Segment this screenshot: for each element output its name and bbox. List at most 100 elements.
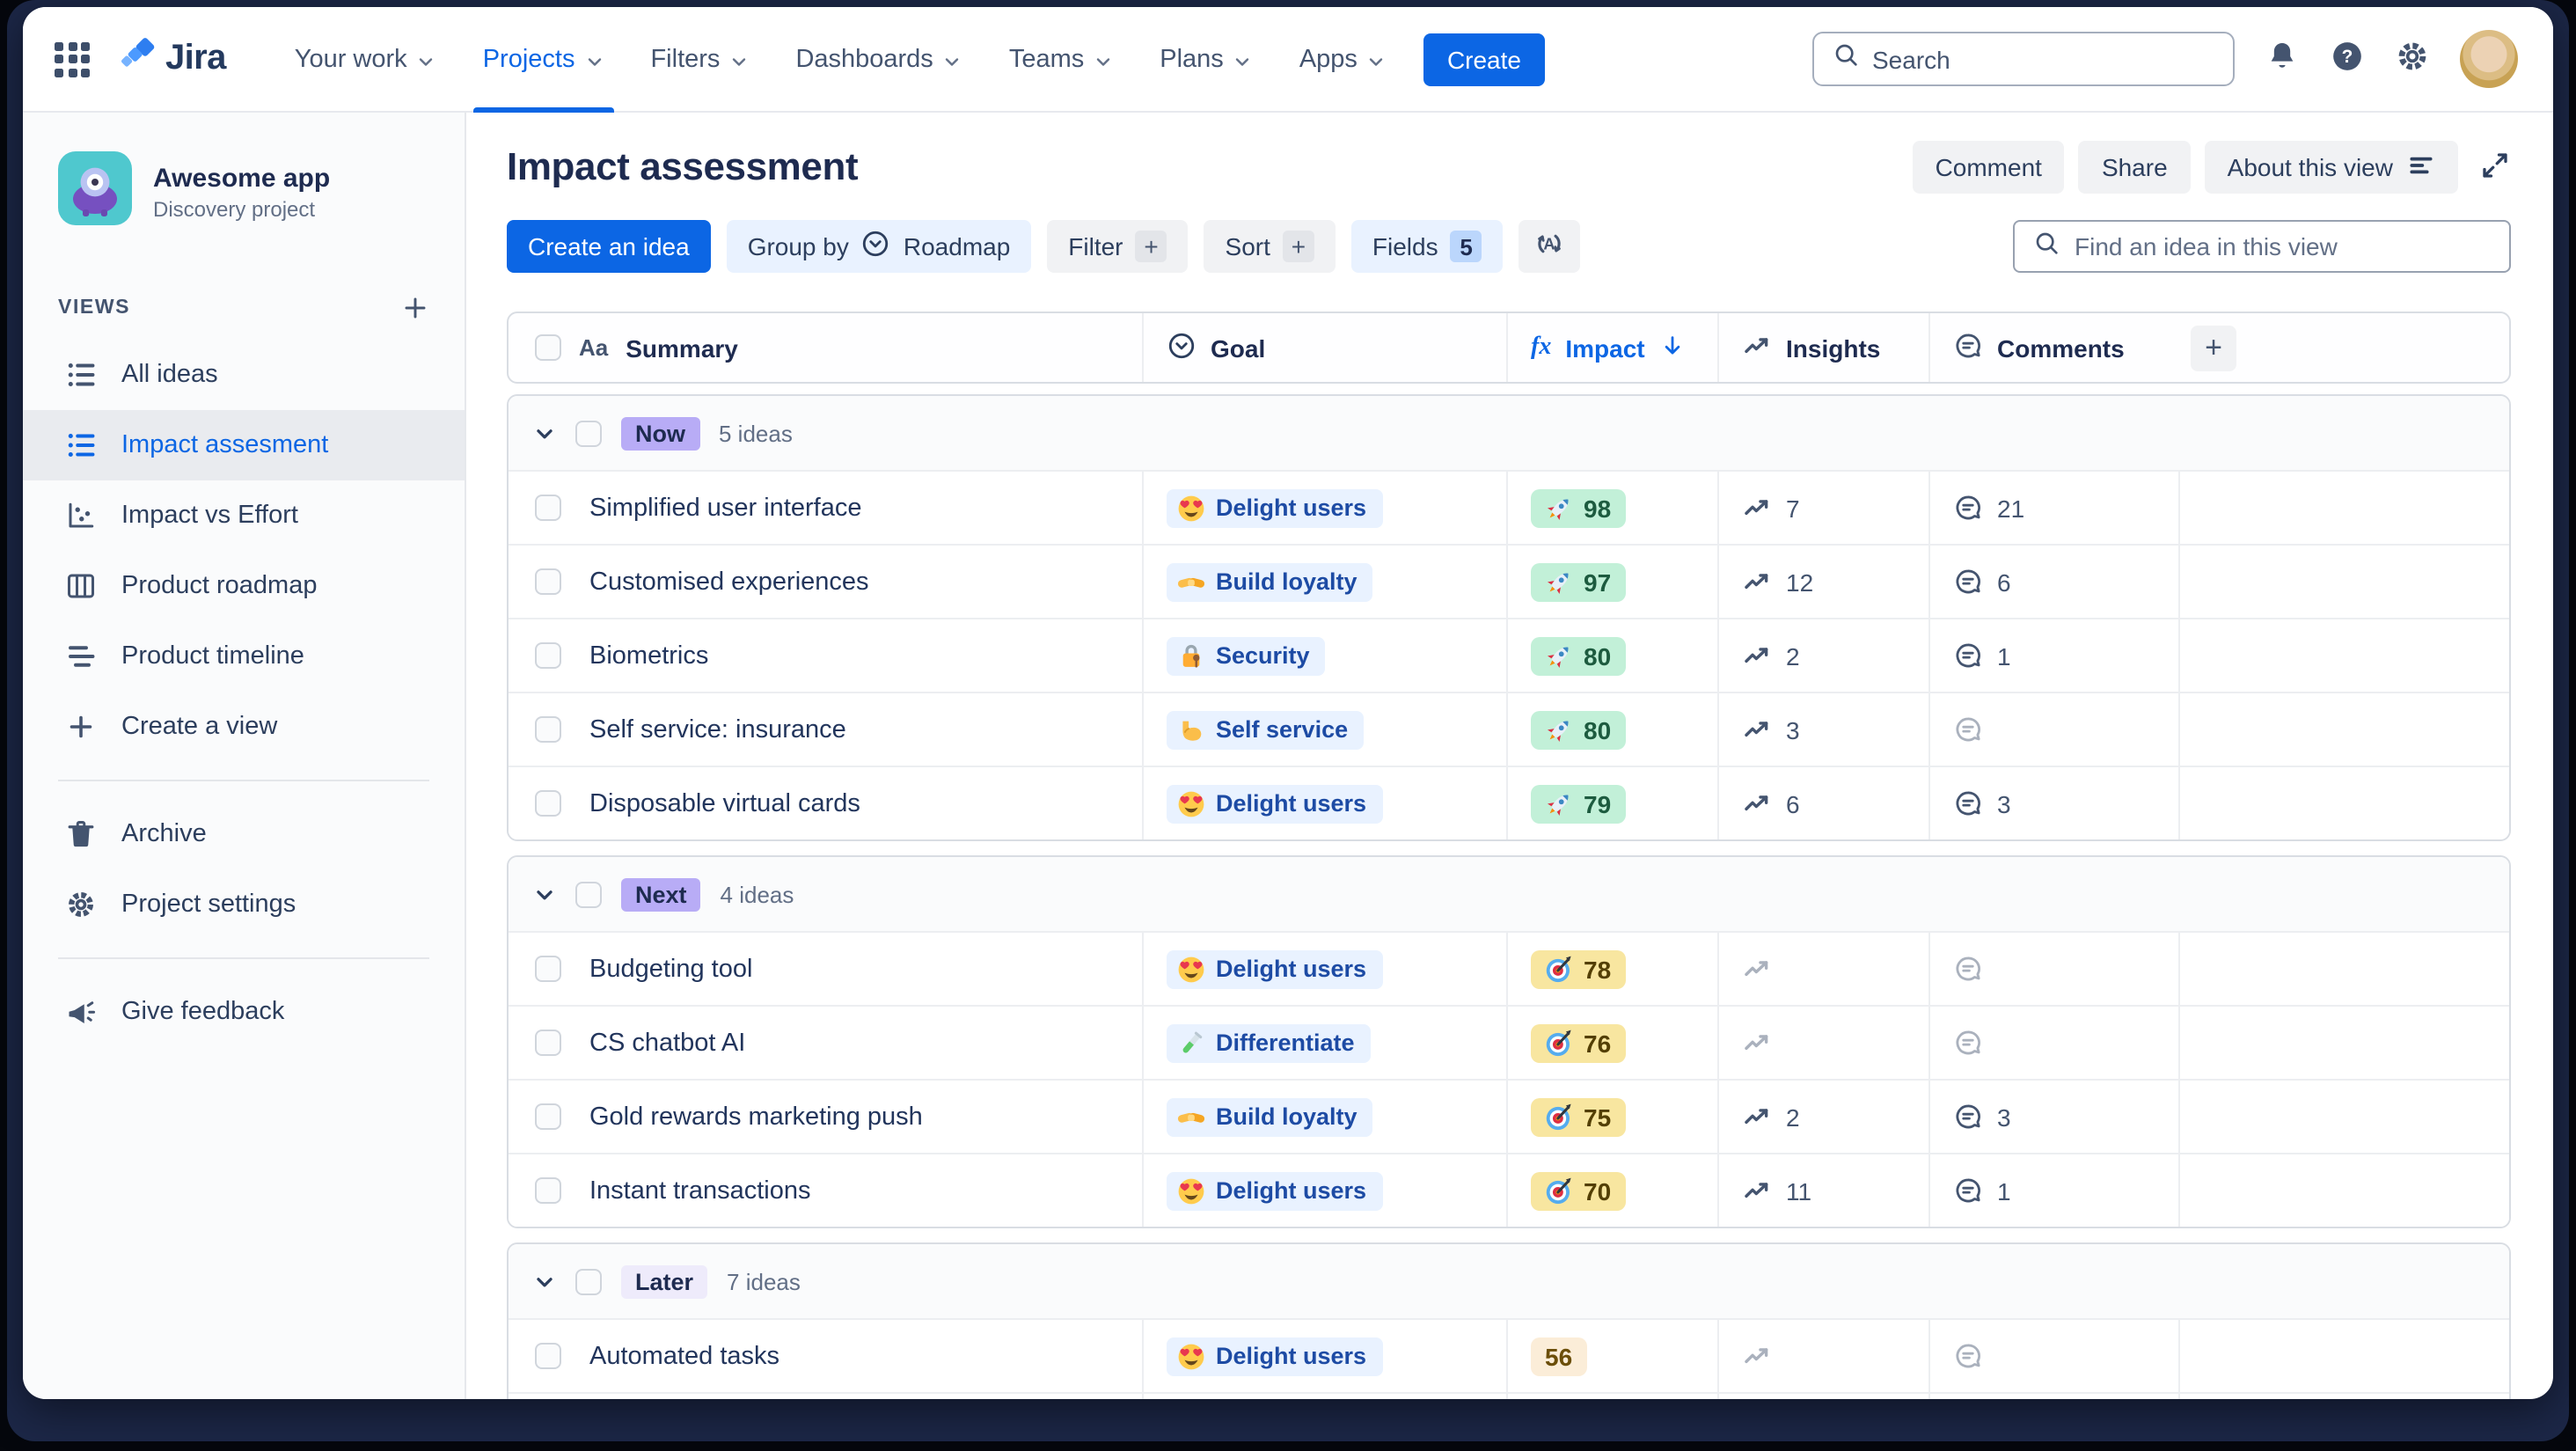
comments-metric[interactable]: 21	[1953, 493, 2024, 523]
summary-cell[interactable]: Automated tasks	[509, 1320, 1142, 1392]
comments-metric[interactable]	[1953, 954, 1997, 984]
sidebar-item-create-a-view[interactable]: Create a view	[23, 692, 465, 762]
impact-chip[interactable]: 80	[1531, 710, 1626, 749]
goal-chip[interactable]: Delight users	[1167, 949, 1383, 988]
group-header-next[interactable]: Next 4 ideas	[509, 857, 2509, 931]
sidebar-item-give-feedback[interactable]: Give feedback	[23, 977, 465, 1047]
group-checkbox[interactable]	[575, 1268, 602, 1294]
summary-cell[interactable]: Customised experiences	[509, 546, 1142, 618]
insights-metric[interactable]	[1742, 1341, 1786, 1371]
comments-metric[interactable]: 1	[1953, 1176, 2011, 1206]
notifications-button[interactable]	[2265, 39, 2300, 79]
add-view-icon[interactable]	[401, 294, 429, 322]
row-checkbox[interactable]	[535, 1177, 561, 1204]
comments-metric[interactable]: 3	[1953, 788, 2011, 818]
insights-metric[interactable]	[1742, 954, 1786, 984]
insights-metric[interactable]: 2	[1742, 641, 1800, 671]
impact-chip[interactable]: 80	[1531, 636, 1626, 675]
impact-chip[interactable]: 75	[1531, 1097, 1626, 1136]
group-header-now[interactable]: Now 5 ideas	[509, 396, 2509, 470]
comment-button[interactable]: Comment	[1912, 141, 2065, 194]
insights-metric[interactable]: 6	[1742, 788, 1800, 818]
goal-chip[interactable]: Delight users	[1167, 488, 1383, 527]
select-all-checkbox[interactable]	[535, 334, 561, 361]
column-header-comments[interactable]: Comments	[1928, 313, 2178, 382]
fullscreen-button[interactable]	[2479, 149, 2511, 186]
app-switcher-icon[interactable]	[55, 41, 90, 77]
nav-item-teams[interactable]: Teams	[986, 7, 1137, 112]
goal-chip[interactable]: Build loyalty	[1167, 1097, 1373, 1136]
goal-chip[interactable]: Differentiate	[1167, 1023, 1371, 1062]
summary-cell[interactable]: Biometrics	[509, 619, 1142, 692]
impact-chip[interactable]: 56	[1531, 1337, 1587, 1375]
sidebar-item-project-settings[interactable]: Project settings	[23, 869, 465, 940]
sidebar-item-product-roadmap[interactable]: Product roadmap	[23, 551, 465, 621]
add-column-button[interactable]: +	[2191, 325, 2236, 370]
nav-item-apps[interactable]: Apps	[1277, 7, 1410, 112]
insights-metric[interactable]	[1742, 1028, 1786, 1058]
row-checkbox[interactable]	[535, 642, 561, 669]
share-button[interactable]: Share	[2078, 141, 2191, 194]
row-checkbox[interactable]	[535, 1343, 561, 1369]
filter-button[interactable]: Filter +	[1047, 220, 1189, 273]
row-checkbox[interactable]	[535, 1030, 561, 1056]
user-avatar[interactable]	[2460, 30, 2518, 88]
sort-button[interactable]: Sort +	[1204, 220, 1336, 273]
goal-chip[interactable]: Build loyalty	[1167, 562, 1373, 601]
sidebar-item-all-ideas[interactable]: All ideas	[23, 340, 465, 410]
comments-metric[interactable]	[1953, 1341, 1997, 1371]
nav-item-plans[interactable]: Plans	[1137, 7, 1277, 112]
goal-chip[interactable]: Delight users	[1167, 1337, 1383, 1375]
summary-cell[interactable]: Self service: insurance	[509, 693, 1142, 766]
nav-item-projects[interactable]: Projects	[460, 7, 628, 112]
impact-chip[interactable]: 79	[1531, 784, 1626, 823]
impact-chip[interactable]: 76	[1531, 1023, 1626, 1062]
comments-metric[interactable]: 1	[1953, 641, 2011, 671]
summary-cell[interactable]: Gold rewards marketing push	[509, 1081, 1142, 1153]
about-view-button[interactable]: About this view	[2204, 141, 2458, 194]
comments-metric[interactable]: 6	[1953, 567, 2011, 597]
row-checkbox[interactable]	[535, 716, 561, 743]
column-header-impact[interactable]: fx Impact	[1506, 313, 1717, 382]
column-header-goal[interactable]: Goal	[1142, 313, 1506, 382]
goal-chip[interactable]: Security	[1167, 636, 1326, 675]
goal-chip[interactable]: Delight users	[1167, 1171, 1383, 1210]
project-header[interactable]: Awesome app Discovery project	[23, 151, 465, 234]
row-checkbox[interactable]	[535, 790, 561, 817]
impact-chip[interactable]: 78	[1531, 949, 1626, 988]
help-button[interactable]: ?	[2330, 39, 2365, 79]
nav-item-filters[interactable]: Filters	[627, 7, 772, 112]
summary-cell[interactable]: Budgeting tool	[509, 933, 1142, 1005]
summary-cell[interactable]	[509, 1394, 1142, 1399]
create-idea-button[interactable]: Create an idea	[507, 220, 711, 273]
impact-chip[interactable]: 98	[1531, 488, 1626, 527]
global-search[interactable]	[1812, 32, 2235, 86]
comments-metric[interactable]	[1953, 1028, 1997, 1058]
column-header-summary[interactable]: Aa Summary	[509, 313, 1142, 382]
summary-cell[interactable]: Simplified user interface	[509, 472, 1142, 544]
summary-cell[interactable]: Disposable virtual cards	[509, 767, 1142, 839]
summary-cell[interactable]: Instant transactions	[509, 1154, 1142, 1227]
jira-logo[interactable]: Jira	[118, 36, 226, 82]
settings-button[interactable]	[2395, 39, 2430, 79]
goal-chip[interactable]: Delight users	[1167, 784, 1383, 823]
insights-metric[interactable]: 2	[1742, 1102, 1800, 1132]
global-search-input[interactable]	[1872, 45, 2215, 73]
insights-metric[interactable]: 7	[1742, 493, 1800, 523]
row-checkbox[interactable]	[535, 568, 561, 595]
comments-metric[interactable]	[1953, 715, 1997, 744]
row-checkbox[interactable]	[535, 1103, 561, 1130]
row-checkbox[interactable]	[535, 495, 561, 521]
column-header-insights[interactable]: Insights	[1717, 313, 1928, 382]
group-by-button[interactable]: Group by Roadmap	[726, 220, 1032, 273]
insights-metric[interactable]: 12	[1742, 567, 1813, 597]
fields-button[interactable]: Fields 5	[1350, 220, 1504, 273]
comments-metric[interactable]: 3	[1953, 1102, 2011, 1132]
impact-chip[interactable]: 70	[1531, 1171, 1626, 1210]
row-checkbox[interactable]	[535, 956, 561, 982]
nav-item-your-work[interactable]: Your work	[272, 7, 460, 112]
group-checkbox[interactable]	[575, 420, 602, 446]
impact-chip[interactable]: 97	[1531, 562, 1626, 601]
sidebar-item-impact-assesment[interactable]: Impact assesment	[23, 410, 465, 480]
sidebar-item-impact-vs-effort[interactable]: Impact vs Effort	[23, 480, 465, 551]
